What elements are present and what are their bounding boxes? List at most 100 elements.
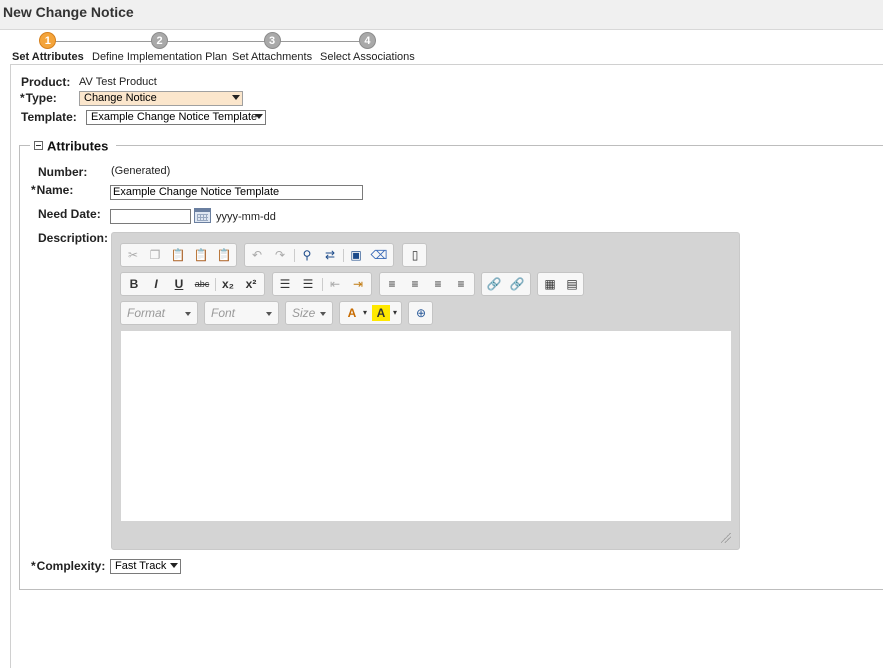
underline-icon[interactable]: U bbox=[170, 276, 188, 292]
template-label: Template: bbox=[21, 110, 77, 124]
remove-format-icon[interactable]: ⌫ bbox=[370, 247, 388, 263]
chevron-down-icon bbox=[266, 312, 272, 316]
link-icon[interactable]: 🔗 bbox=[485, 276, 503, 292]
toolbar-separator bbox=[215, 278, 216, 291]
toolbar-group-colors: A ▾ A ▾ bbox=[339, 301, 402, 325]
collapse-icon[interactable] bbox=[34, 141, 43, 151]
calendar-icon[interactable] bbox=[194, 208, 211, 223]
unlink-icon[interactable]: 🔗 bbox=[508, 276, 526, 292]
type-select[interactable]: Change Notice bbox=[79, 91, 243, 106]
numbered-list-icon[interactable]: ☰ bbox=[276, 276, 294, 292]
redo-icon[interactable]: ↷ bbox=[271, 247, 289, 263]
outdent-icon[interactable]: ⇤ bbox=[326, 276, 344, 292]
rich-text-editor: ✂ ❐ 📋 📋 📋 ↶ ↷ ⚲ ⇄ ▣ ⌫ ▯ B I U abc x₂ x² … bbox=[111, 232, 740, 550]
indent-icon[interactable]: ⇥ bbox=[349, 276, 367, 292]
superscript-icon[interactable]: x² bbox=[242, 276, 260, 292]
toolbar-group-lists: ☰ ☰ ⇤ ⇥ bbox=[272, 272, 372, 296]
step-label: Set Attributes bbox=[12, 51, 84, 63]
table-icon[interactable]: ▦ bbox=[541, 276, 559, 292]
paste-text-icon[interactable]: 📋 bbox=[192, 247, 210, 263]
page-icon[interactable]: ▯ bbox=[406, 247, 424, 263]
step-number-2: 2 bbox=[151, 32, 169, 49]
required-marker: * bbox=[31, 183, 36, 197]
template-select[interactable]: Example Change Notice Template bbox=[86, 110, 266, 125]
subscript-icon[interactable]: x₂ bbox=[219, 276, 237, 292]
step-label: Set Attachments bbox=[232, 51, 313, 63]
bold-icon[interactable]: B bbox=[125, 276, 143, 292]
complexity-select[interactable]: Fast Track bbox=[110, 559, 181, 574]
type-label: *Type: bbox=[20, 91, 57, 105]
step-number-1: 1 bbox=[39, 32, 57, 49]
template-select-value: Example Change Notice Template bbox=[91, 111, 258, 123]
type-select-value: Change Notice bbox=[84, 92, 157, 104]
required-marker: * bbox=[20, 91, 25, 105]
toolbar-group-tools: ⊕ bbox=[408, 301, 433, 325]
cut-icon[interactable]: ✂ bbox=[124, 247, 142, 263]
need-date-label: Need Date: bbox=[38, 207, 101, 221]
chevron-down-icon bbox=[320, 312, 326, 316]
attributes-legend[interactable]: Attributes bbox=[30, 138, 117, 154]
editor-content-area[interactable] bbox=[121, 331, 731, 521]
copy-icon[interactable]: ❐ bbox=[146, 247, 164, 263]
chevron-down-icon bbox=[170, 563, 178, 568]
align-justify-icon[interactable]: ≡ bbox=[452, 276, 470, 292]
maximize-icon[interactable]: ⊕ bbox=[412, 305, 430, 321]
font-dropdown[interactable]: Font bbox=[204, 301, 279, 325]
chevron-down-icon[interactable]: ▾ bbox=[386, 305, 404, 321]
step-number-4: 4 bbox=[358, 32, 376, 49]
align-right-icon[interactable]: ≡ bbox=[429, 276, 447, 292]
undo-icon[interactable]: ↶ bbox=[248, 247, 266, 263]
toolbar-separator bbox=[322, 278, 323, 291]
size-dropdown[interactable]: Size bbox=[285, 301, 333, 325]
toolbar-group-links: 🔗 🔗 bbox=[481, 272, 531, 296]
paste-icon[interactable]: 📋 bbox=[169, 247, 187, 263]
wizard-steps: 1 Set Attributes 2 Define Implementation… bbox=[0, 30, 883, 64]
toolbar-group-basicstyles: B I U abc x₂ x² bbox=[120, 272, 265, 296]
resize-handle-icon[interactable] bbox=[721, 533, 731, 543]
italic-icon[interactable]: I bbox=[147, 276, 165, 292]
toolbar-group-align: ≡ ≡ ≡ ≡ bbox=[379, 272, 475, 296]
description-label: Description: bbox=[38, 231, 109, 245]
find-icon[interactable]: ⚲ bbox=[298, 247, 316, 263]
page-title: New Change Notice bbox=[3, 4, 134, 20]
toolbar-separator bbox=[294, 249, 295, 262]
strikethrough-icon[interactable]: abc bbox=[193, 276, 211, 292]
need-date-field[interactable] bbox=[110, 209, 191, 224]
step-set-attributes[interactable]: 1 Set Attributes bbox=[12, 30, 84, 63]
number-label: Number: bbox=[38, 165, 88, 179]
chevron-down-icon bbox=[232, 95, 240, 100]
bullet-list-icon[interactable]: ☰ bbox=[299, 276, 317, 292]
select-all-icon[interactable]: ▣ bbox=[347, 247, 365, 263]
chevron-down-icon bbox=[255, 114, 263, 119]
page-header: New Change Notice bbox=[0, 0, 883, 30]
complexity-label: *Complexity: bbox=[31, 559, 106, 573]
name-field[interactable]: Example Change Notice Template bbox=[110, 185, 363, 200]
align-left-icon[interactable]: ≡ bbox=[383, 276, 401, 292]
toolbar-group-insert: ▦ ▤ bbox=[537, 272, 584, 296]
step-label: Select Associations bbox=[320, 51, 415, 63]
format-dropdown-label: Format bbox=[127, 306, 166, 320]
step-define-implementation-plan[interactable]: 2 Define Implementation Plan bbox=[92, 30, 227, 63]
number-value: (Generated) bbox=[111, 165, 171, 177]
horizontal-rule-icon[interactable]: ▤ bbox=[563, 276, 581, 292]
toolbar-group-source: ▯ bbox=[402, 243, 427, 267]
need-date-hint: yyyy-mm-dd bbox=[216, 211, 276, 223]
size-dropdown-label: Size bbox=[292, 306, 316, 320]
align-center-icon[interactable]: ≡ bbox=[406, 276, 424, 292]
product-value: AV Test Product bbox=[79, 76, 157, 88]
toolbar-separator bbox=[343, 249, 344, 262]
step-set-attachments[interactable]: 3 Set Attachments bbox=[232, 30, 312, 63]
step-label: Define Implementation Plan bbox=[92, 51, 228, 63]
format-dropdown[interactable]: Format bbox=[120, 301, 198, 325]
name-label: *Name: bbox=[31, 183, 74, 197]
chevron-down-icon bbox=[185, 312, 191, 316]
replace-icon[interactable]: ⇄ bbox=[321, 247, 339, 263]
toolbar-group-edit: ↶ ↷ ⚲ ⇄ ▣ ⌫ bbox=[244, 243, 394, 267]
font-dropdown-label: Font bbox=[211, 306, 236, 320]
product-label: Product: bbox=[21, 75, 71, 89]
attributes-title: Attributes bbox=[47, 138, 109, 154]
step-select-associations[interactable]: 4 Select Associations bbox=[320, 30, 415, 63]
required-marker: * bbox=[31, 559, 36, 573]
step-number-3: 3 bbox=[263, 32, 281, 49]
paste-word-icon[interactable]: 📋 bbox=[215, 247, 233, 263]
